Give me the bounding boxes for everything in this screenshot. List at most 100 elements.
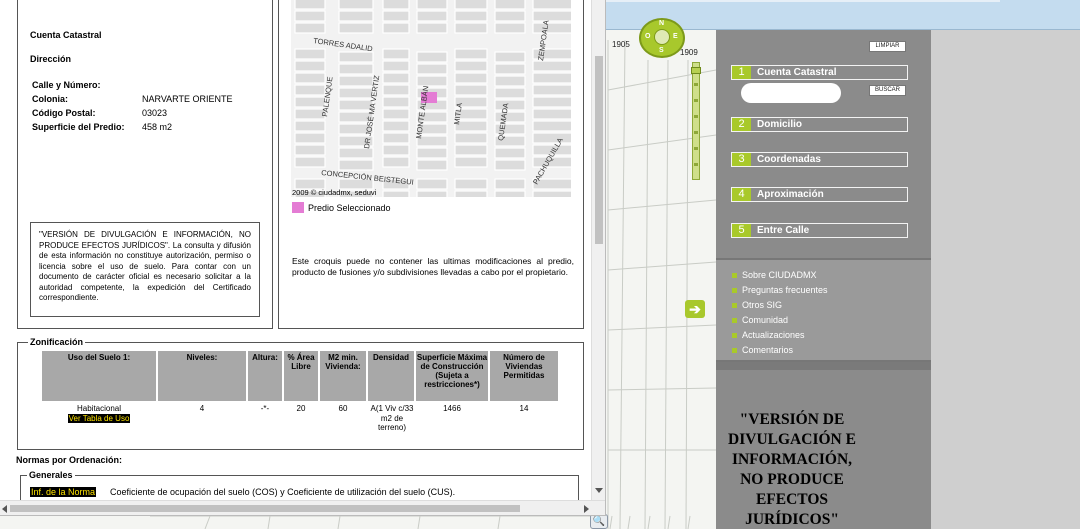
search-option-number: 5	[732, 224, 751, 237]
city-block	[532, 0, 571, 10]
city-block	[382, 190, 410, 197]
search-option-number: 3	[732, 153, 751, 166]
city-block	[294, 144, 326, 156]
croquis-note: Este croquis puede no contener las ultim…	[292, 256, 574, 277]
city-block	[416, 159, 448, 171]
bullet-icon	[732, 273, 737, 279]
search-panel: LIMPIAR 1 Cuenta Catastral BUSCAR 2 Domi…	[716, 30, 931, 529]
city-block	[338, 63, 374, 75]
city-block	[494, 0, 526, 10]
link-sobre-ciudadmx[interactable]: Sobre CIUDADMX	[732, 270, 817, 280]
croquis-credit: 2009 © ciudadmx, seduvi	[292, 188, 377, 197]
column-header: Densidad	[368, 351, 414, 401]
city-block	[382, 108, 410, 120]
panel-divider	[716, 362, 931, 370]
vertical-scrollbar[interactable]	[591, 0, 605, 500]
city-block	[454, 156, 488, 168]
city-block	[294, 72, 326, 84]
bullet-icon	[732, 348, 737, 354]
inf-de-la-norma-link[interactable]: Inf. de la Norma	[30, 487, 97, 497]
search-option-entre-calle[interactable]: 5 Entre Calle	[731, 223, 908, 238]
table-cell: A(1 Viv c/33 m2 de terreno)	[370, 404, 414, 432]
link-comentarios[interactable]: Comentarios	[732, 345, 793, 355]
info-links: Sobre CIUDADMX Preguntas frecuentes Otro…	[716, 258, 931, 362]
cuenta-catastral-input[interactable]	[741, 83, 841, 103]
link-otros-sig[interactable]: Otros SIG	[732, 300, 782, 310]
table-cell: 14	[519, 404, 529, 413]
city-block	[416, 51, 448, 63]
property-info-box: Cuenta Catastral Dirección Calle y Númer…	[17, 0, 273, 329]
city-block	[382, 156, 410, 168]
ver-tabla-de-uso-link[interactable]: Ver Tabla de Uso	[67, 413, 131, 423]
info-label: Código Postal:	[32, 108, 96, 118]
scrollbar-thumb[interactable]	[595, 56, 603, 244]
column-header: Altura:	[248, 351, 282, 401]
city-block	[532, 96, 571, 108]
buscar-button[interactable]: BUSCAR	[869, 85, 906, 96]
city-block	[532, 10, 571, 22]
city-block	[294, 22, 326, 34]
search-option-number: 2	[732, 118, 751, 131]
city-block	[416, 0, 448, 10]
direccion-heading: Dirección	[30, 54, 72, 64]
city-block	[294, 0, 326, 10]
zoom-slider-handle[interactable]	[691, 67, 701, 74]
search-option-cuenta-catastral[interactable]: 1 Cuenta Catastral	[731, 65, 908, 80]
scroll-left-icon[interactable]	[2, 505, 7, 513]
info-label: Calle y Número:	[32, 80, 101, 90]
link-preguntas-frecuentes[interactable]: Preguntas frecuentes	[732, 285, 828, 295]
city-block	[382, 144, 410, 156]
compass-south-label[interactable]: S	[659, 47, 664, 54]
city-block	[382, 10, 410, 22]
bullet-icon	[732, 318, 737, 324]
horizontal-scrollbar[interactable]	[0, 500, 605, 515]
city-block	[294, 96, 326, 108]
limpiar-button[interactable]: LIMPIAR	[869, 41, 906, 52]
city-block	[382, 84, 410, 96]
column-header: M2 min. Vivienda:	[320, 351, 366, 401]
search-option-aproximacion[interactable]: 4 Aproximación	[731, 187, 908, 202]
city-block	[454, 144, 488, 156]
zonificacion-section: Zonificación Uso del Suelo 1: Niveles: A…	[17, 337, 584, 450]
scroll-right-icon[interactable]	[584, 505, 589, 513]
link-actualizaciones[interactable]: Actualizaciones	[732, 330, 805, 340]
city-block	[494, 63, 526, 75]
link-comunidad[interactable]: Comunidad	[732, 315, 788, 325]
table-cell: Habitacional Ver Tabla de Uso	[42, 404, 156, 423]
city-block	[416, 10, 448, 22]
compass-north-label[interactable]: N	[659, 20, 664, 27]
city-block	[294, 48, 326, 60]
legend-swatch	[292, 202, 304, 213]
column-header: Niveles:	[158, 351, 246, 401]
search-option-coordenadas[interactable]: 3 Coordenadas	[731, 152, 908, 167]
search-option-domicilio[interactable]: 2 Domicilio	[731, 117, 908, 132]
map-number-label: 1905	[612, 40, 630, 49]
search-option-label: Aproximación	[757, 189, 824, 200]
link-label: Otros SIG	[742, 300, 783, 310]
arrow-right-icon[interactable]: ➔	[685, 300, 705, 318]
column-header: Número de Viviendas Permitidas	[490, 351, 558, 401]
compass-pan-control[interactable]: N S O E	[639, 18, 685, 58]
slider-tick	[694, 147, 698, 150]
city-block	[338, 75, 374, 87]
city-block	[416, 190, 448, 197]
scrollbar-thumb[interactable]	[10, 505, 520, 512]
search-option-label: Domicilio	[757, 119, 803, 130]
zoom-slider[interactable]	[691, 62, 701, 180]
city-block	[416, 63, 448, 75]
city-block	[532, 190, 571, 197]
compass-center[interactable]	[654, 29, 670, 45]
compass-west-label[interactable]: O	[645, 33, 650, 40]
magnifier-icon[interactable]: 🔍	[590, 514, 608, 529]
map-number-label: 1909	[680, 48, 698, 57]
city-block	[532, 120, 571, 132]
city-block	[532, 108, 571, 120]
city-block	[454, 22, 488, 34]
city-block	[338, 10, 374, 22]
column-header: Superficie Máxima de Construcción (Sujet…	[416, 351, 488, 401]
city-block	[494, 147, 526, 159]
city-block	[454, 178, 488, 190]
compass-east-label[interactable]: E	[673, 33, 678, 40]
scroll-down-icon[interactable]	[595, 488, 603, 493]
info-label: Superficie del Predio:	[32, 122, 125, 132]
